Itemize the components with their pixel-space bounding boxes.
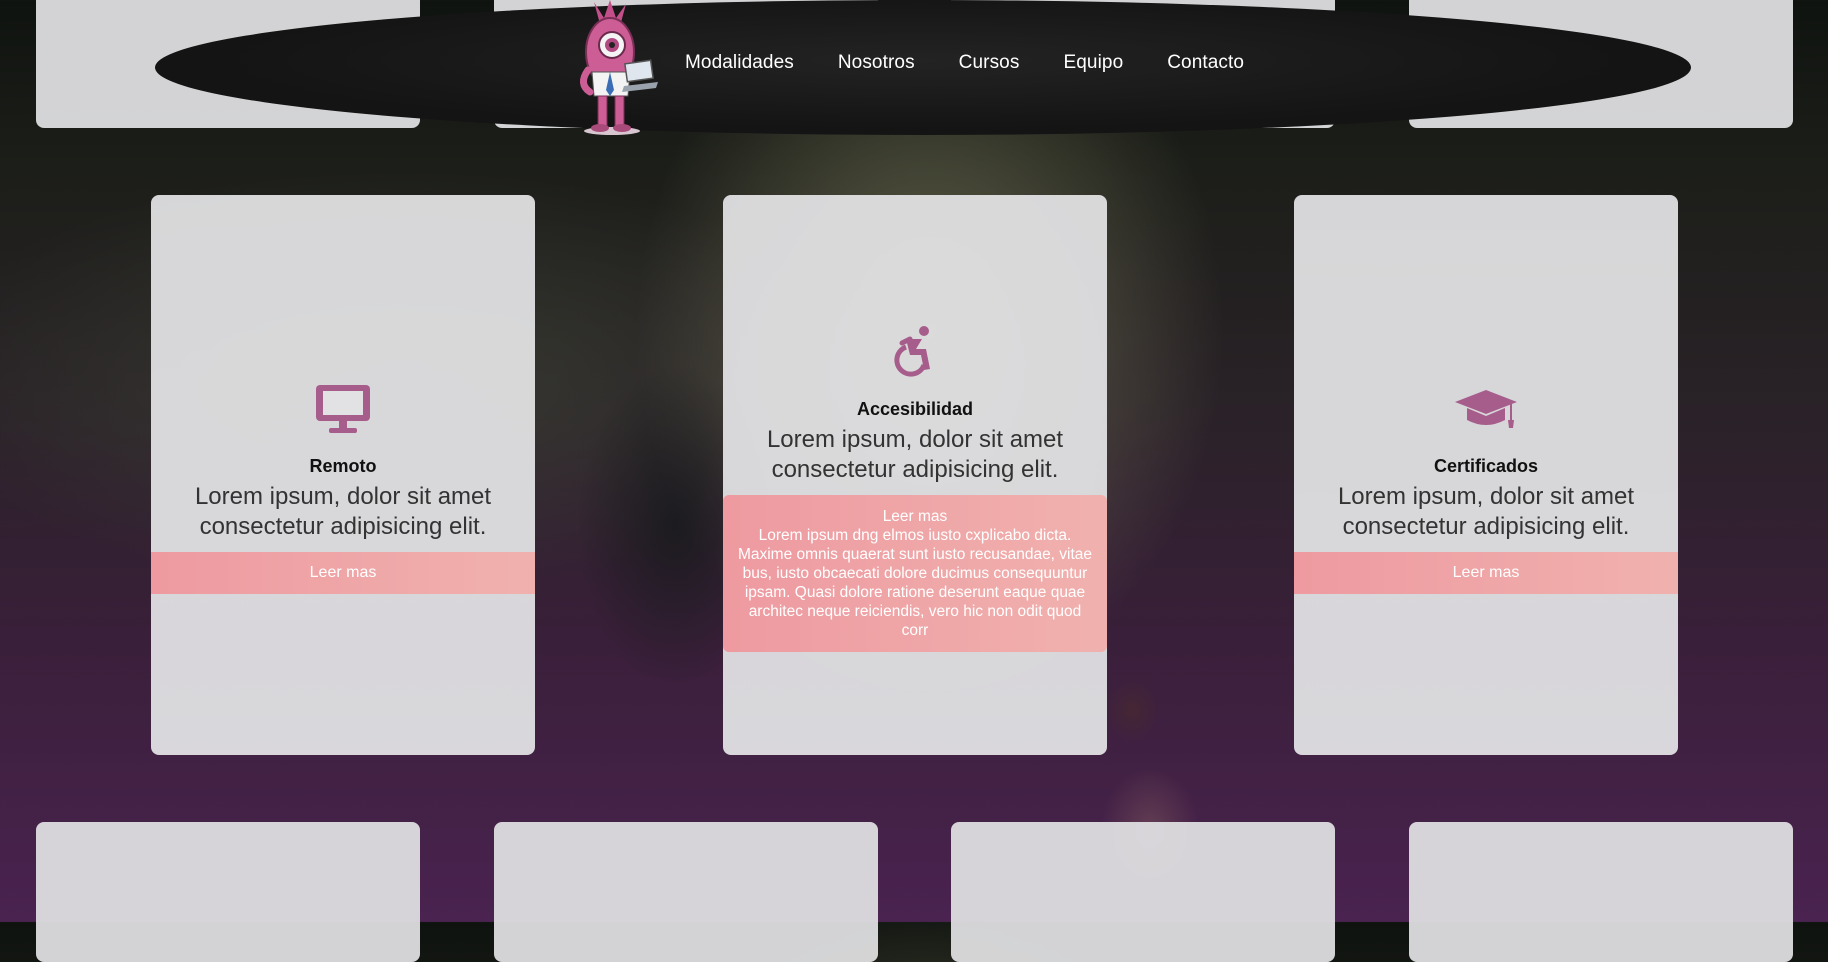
nav-item-cursos[interactable]: Cursos [959,52,1020,74]
card-description: Lorem ipsum, dolor sit amet consectetur … [766,426,1064,483]
nav-item-nosotros[interactable]: Nosotros [838,52,915,74]
read-more-label[interactable]: Leer mas [737,507,1093,526]
wheelchair-icon [723,325,1107,377]
read-more-button[interactable]: Leer mas [151,552,535,594]
expanded-text: Lorem ipsum dng elmos iusto cxplicabo di… [737,527,1093,639]
feature-card-remoto: Remoto Lorem ipsum, dolor sit amet conse… [151,195,535,755]
bottom-card-3 [951,822,1335,962]
monster-mascot-logo[interactable] [560,0,670,136]
card-description: Lorem ipsum, dolor sit amet consectetur … [194,483,492,540]
card-title: Accesibilidad [856,399,974,419]
nav-item-modalidades[interactable]: Modalidades [685,52,794,74]
nav-item-contacto[interactable]: Contacto [1167,52,1244,74]
card-description: Lorem ipsum, dolor sit amet consectetur … [1337,483,1635,540]
feature-card-certificados: Certificados Lorem ipsum, dolor sit amet… [1294,195,1678,755]
monitor-icon [151,383,535,435]
bottom-card-1 [36,822,420,962]
bottom-card-4 [1409,822,1793,962]
card-title: Remoto [309,456,377,476]
card-title: Certificados [1433,456,1539,476]
feature-card-accesibilidad: Accesibilidad Lorem ipsum, dolor sit ame… [723,195,1107,755]
main-nav: Modalidades Nosotros Cursos Equipo Conta… [685,52,1244,74]
nav-item-equipo[interactable]: Equipo [1063,52,1123,74]
bottom-card-2 [494,822,878,962]
read-more-button[interactable]: Leer mas [1294,552,1678,594]
graduation-cap-icon [1294,388,1678,432]
read-more-panel-expanded[interactable]: Leer mas Lorem ipsum dng elmos iusto cxp… [723,495,1107,652]
